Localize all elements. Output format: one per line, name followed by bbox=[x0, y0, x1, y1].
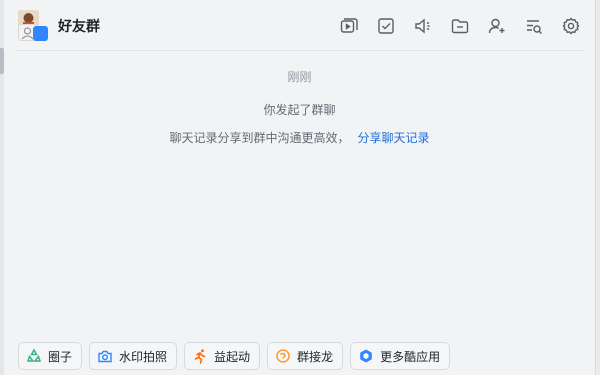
video-icon[interactable] bbox=[337, 14, 361, 38]
right-scrollbar[interactable] bbox=[595, 0, 600, 375]
cool-apps-bar: 圈子 水印拍照 益起动 群接龙 更多酷应用 bbox=[18, 342, 451, 370]
folder-icon[interactable] bbox=[448, 14, 472, 38]
system-message: 你发起了群聊 bbox=[263, 103, 336, 117]
member-avatar-3 bbox=[33, 26, 48, 41]
app-circle[interactable]: 圈子 bbox=[18, 342, 83, 370]
dragon-icon bbox=[275, 348, 291, 364]
header-divider bbox=[16, 50, 584, 51]
group-avatar[interactable] bbox=[18, 10, 50, 42]
share-hint: 聊天记录分享到群中沟通更高效， 分享聊天记录 bbox=[4, 129, 595, 146]
header-toolbar bbox=[337, 14, 583, 38]
runner-icon bbox=[192, 348, 208, 364]
camera-icon bbox=[97, 348, 113, 364]
group-name[interactable]: 好友群 bbox=[58, 16, 100, 36]
app-label: 圈子 bbox=[48, 349, 73, 364]
share-hint-text: 聊天记录分享到群中沟通更高效， bbox=[169, 131, 350, 145]
share-history-link[interactable]: 分享聊天记录 bbox=[358, 131, 430, 145]
app-watermark-camera[interactable]: 水印拍照 bbox=[89, 342, 178, 370]
circle-icon bbox=[26, 348, 42, 364]
settings-gear-icon[interactable] bbox=[559, 14, 583, 38]
app-label: 群接龙 bbox=[297, 349, 334, 364]
more-apps-icon bbox=[358, 348, 374, 364]
add-member-icon[interactable] bbox=[485, 14, 509, 38]
app-label: 水印拍照 bbox=[119, 349, 168, 364]
app-yiqidong[interactable]: 益起动 bbox=[184, 342, 261, 370]
chat-header: 好友群 bbox=[4, 0, 595, 50]
app-group-jielong[interactable]: 群接龙 bbox=[267, 342, 344, 370]
app-more-cool-apps[interactable]: 更多酷应用 bbox=[350, 342, 451, 370]
task-check-icon[interactable] bbox=[374, 14, 398, 38]
announcement-icon[interactable] bbox=[411, 14, 435, 38]
app-label: 更多酷应用 bbox=[380, 349, 441, 364]
search-history-icon[interactable] bbox=[522, 14, 546, 38]
message-timestamp: 刚刚 bbox=[287, 70, 312, 84]
app-label: 益起动 bbox=[214, 349, 251, 364]
